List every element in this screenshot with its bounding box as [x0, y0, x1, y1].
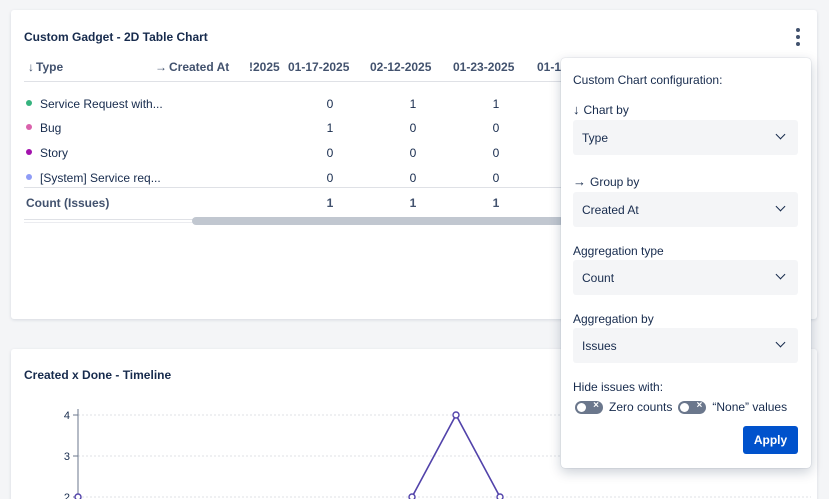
- hide-issues-label: Hide issues with:: [573, 380, 664, 394]
- table-cell: 0: [409, 146, 417, 160]
- group-by-label-text: Group by: [590, 175, 640, 189]
- table-cell: 1: [326, 121, 334, 135]
- created-at-header-label: Created At: [169, 60, 230, 74]
- group-by-value: Created At: [582, 203, 639, 217]
- table-cell: 0: [409, 121, 417, 135]
- column-header: 01-23-2025: [453, 60, 515, 74]
- row-label: Bug: [40, 121, 62, 135]
- close-icon: ×: [593, 399, 599, 411]
- column-header: 01-1: [537, 60, 562, 74]
- card-title: Created x Done - Timeline: [24, 368, 172, 382]
- table-cell: 1: [492, 97, 500, 111]
- aggregation-type-label: Aggregation type: [573, 244, 664, 258]
- toggle-knob: [680, 402, 690, 412]
- total-cell: 1: [492, 196, 500, 210]
- table-cell: 0: [492, 121, 500, 135]
- more-vertical-icon[interactable]: [793, 28, 803, 46]
- config-heading: Custom Chart configuration:: [573, 73, 723, 87]
- total-cell: 1: [326, 196, 334, 210]
- table-2d: ↓ Type → Created At !2025 01-17-2025 02-12…: [24, 54, 564, 226]
- arrow-right-icon: →: [573, 174, 586, 189]
- legend-dot: [26, 174, 32, 180]
- chart-by-value: Type: [582, 131, 609, 145]
- chevron-down-icon: [775, 201, 786, 212]
- chart-by-label-text: Chart by: [583, 103, 629, 117]
- column-header: !2025: [249, 60, 280, 74]
- table-row: Story 0 0 0: [24, 141, 564, 165]
- data-point[interactable]: [74, 493, 82, 499]
- close-icon: ×: [696, 399, 703, 411]
- group-by-select[interactable]: Created At: [573, 192, 798, 227]
- table-cell: 0: [326, 171, 334, 185]
- horizontal-scrollbar[interactable]: [192, 217, 564, 225]
- aggregation-by-label: Aggregation by: [573, 312, 654, 326]
- zero-counts-label: Zero counts: [609, 400, 673, 414]
- chevron-down-icon: [775, 129, 786, 140]
- apply-button[interactable]: Apply: [743, 426, 798, 454]
- arrow-down-icon: ↓: [573, 102, 580, 117]
- table-row: Service Request with... 0 1 1: [24, 92, 564, 116]
- y-tick-label: 3: [64, 451, 70, 463]
- total-label: Count (Issues): [26, 196, 110, 210]
- column-header: 01-17-2025: [288, 60, 350, 74]
- total-cell: 1: [409, 196, 417, 210]
- chart-by-label: ↓ Chart by: [573, 102, 629, 117]
- none-values-label: “None” values: [712, 400, 788, 414]
- chart-config-panel: Custom Chart configuration: ↓ Chart by Ty…: [561, 58, 811, 468]
- created-at-header[interactable]: → Created At: [155, 60, 229, 74]
- table-row: Bug 1 0 0: [24, 116, 564, 140]
- aggregation-by-select[interactable]: Issues: [573, 328, 798, 363]
- table-cell: 0: [409, 171, 417, 185]
- table-cell: 0: [326, 146, 334, 160]
- row-label: Service Request with...: [40, 97, 163, 111]
- table-cell: 0: [492, 171, 500, 185]
- aggregation-type-select[interactable]: Count: [573, 260, 798, 295]
- legend-dot: [26, 124, 32, 130]
- arrow-right-icon: →: [155, 60, 167, 74]
- y-tick-label: 2: [64, 492, 70, 499]
- chart-by-select[interactable]: Type: [573, 120, 798, 155]
- data-point[interactable]: [408, 493, 416, 499]
- zero-counts-toggle[interactable]: ×: [575, 399, 603, 414]
- type-header-label: Type: [36, 60, 64, 74]
- none-values-toggle[interactable]: ×: [678, 399, 707, 414]
- data-point[interactable]: [452, 411, 460, 419]
- table-cell: 1: [409, 97, 417, 111]
- legend-dot: [26, 149, 32, 155]
- row-label: [System] Service req...: [40, 171, 161, 185]
- row-label: Story: [40, 146, 69, 160]
- table-cell: 0: [326, 97, 334, 111]
- arrow-down-icon: ↓: [28, 60, 34, 74]
- y-tick-label: 4: [64, 410, 70, 422]
- total-row: Count (Issues) 1 1 1: [24, 187, 564, 220]
- card-title: Custom Gadget - 2D Table Chart: [24, 30, 208, 44]
- aggregation-by-value: Issues: [582, 339, 617, 353]
- data-point[interactable]: [496, 493, 504, 499]
- type-header[interactable]: ↓ Type: [28, 60, 63, 74]
- aggregation-type-value: Count: [582, 271, 615, 285]
- chevron-down-icon: [775, 337, 786, 348]
- table-header: ↓ Type → Created At !2025 01-17-2025 02-12…: [24, 54, 564, 82]
- legend-dot: [26, 100, 32, 106]
- group-by-label: → Group by: [573, 174, 639, 189]
- toggle-knob: [577, 402, 586, 412]
- chevron-down-icon: [775, 269, 786, 280]
- hide-options: × Zero counts × “None” values: [575, 400, 787, 414]
- table-cell: 0: [492, 146, 500, 160]
- column-header: 02-12-2025: [370, 60, 432, 74]
